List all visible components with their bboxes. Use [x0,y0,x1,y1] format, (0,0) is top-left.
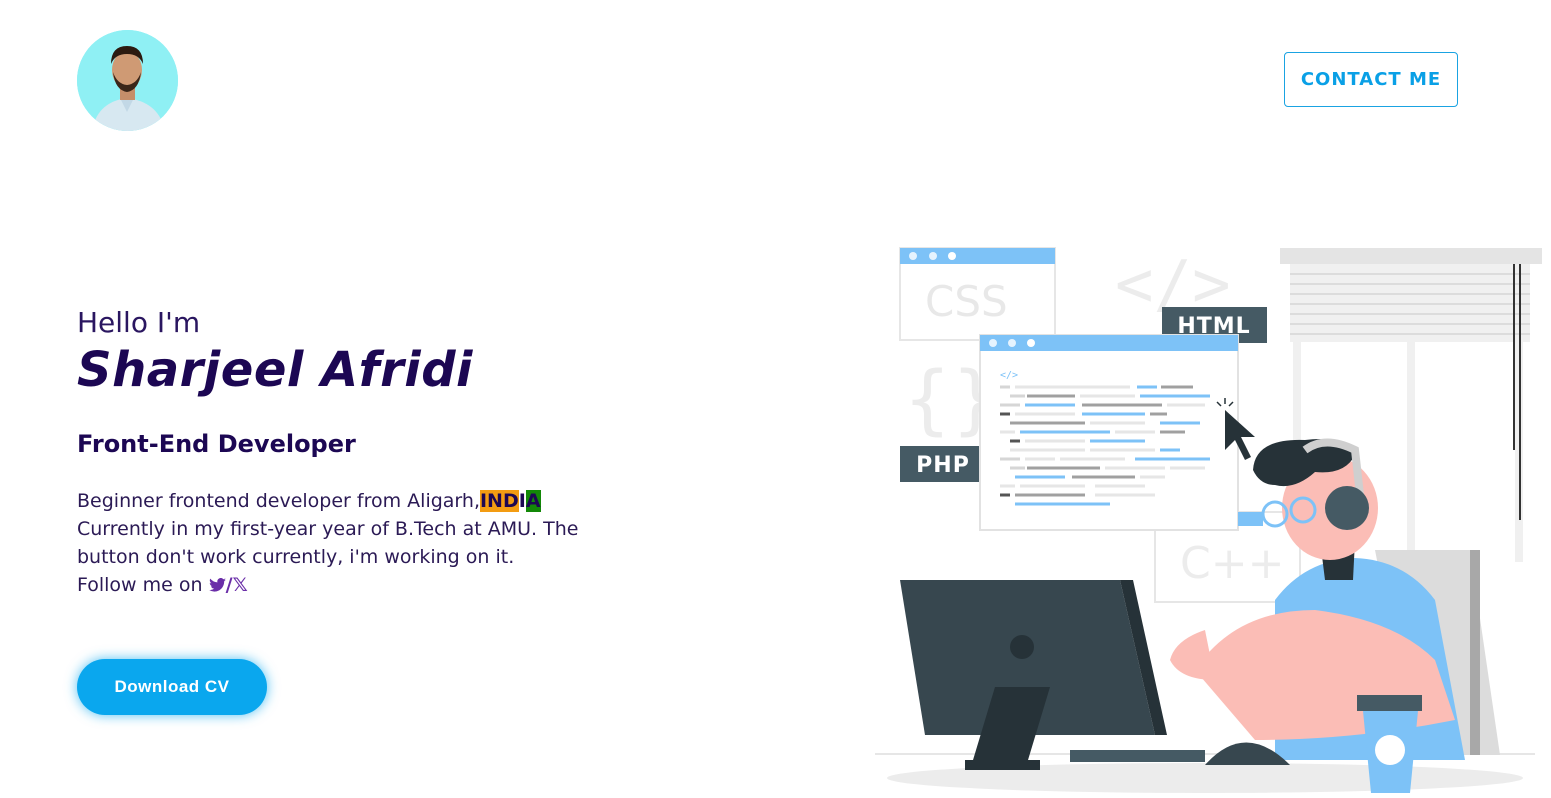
developer-illustration: CSS </> {} HTML PHP C++ </> [875,240,1545,798]
job-title: Front-End Developer [77,430,356,458]
cpp-label: C++ [1180,538,1284,589]
css-label: CSS [925,277,1008,326]
bio-paragraph: Beginner frontend developer from Aligarh… [77,487,607,599]
avatar [77,30,178,131]
illustration-svg: CSS </> {} HTML PHP C++ </> [875,247,1542,793]
twitter-bird-icon [208,578,226,592]
greeting: Hello I'm [77,306,201,339]
follow-text: Follow me on [77,574,203,596]
country-part-white: I [518,490,526,512]
country-highlight: INDIA [479,490,541,512]
contact-me-button[interactable]: CONTACT ME [1284,52,1458,107]
profile-photo [77,30,178,131]
country-part-green: A [525,490,541,512]
social-link[interactable]: /𝕏 [208,574,248,596]
social-x-label: /𝕏 [225,574,248,596]
svg-text:</>: </> [1000,370,1018,381]
php-label: PHP [916,453,970,478]
bio-line-2: Currently in my first-year year of B.Tec… [77,518,579,568]
bio-prefix: Beginner frontend developer from Aligarh… [77,490,480,512]
hero-name: Sharjeel Afridi [77,342,473,398]
download-cv-button[interactable]: Download CV [77,659,267,715]
country-part-saffron: IND [479,490,519,512]
